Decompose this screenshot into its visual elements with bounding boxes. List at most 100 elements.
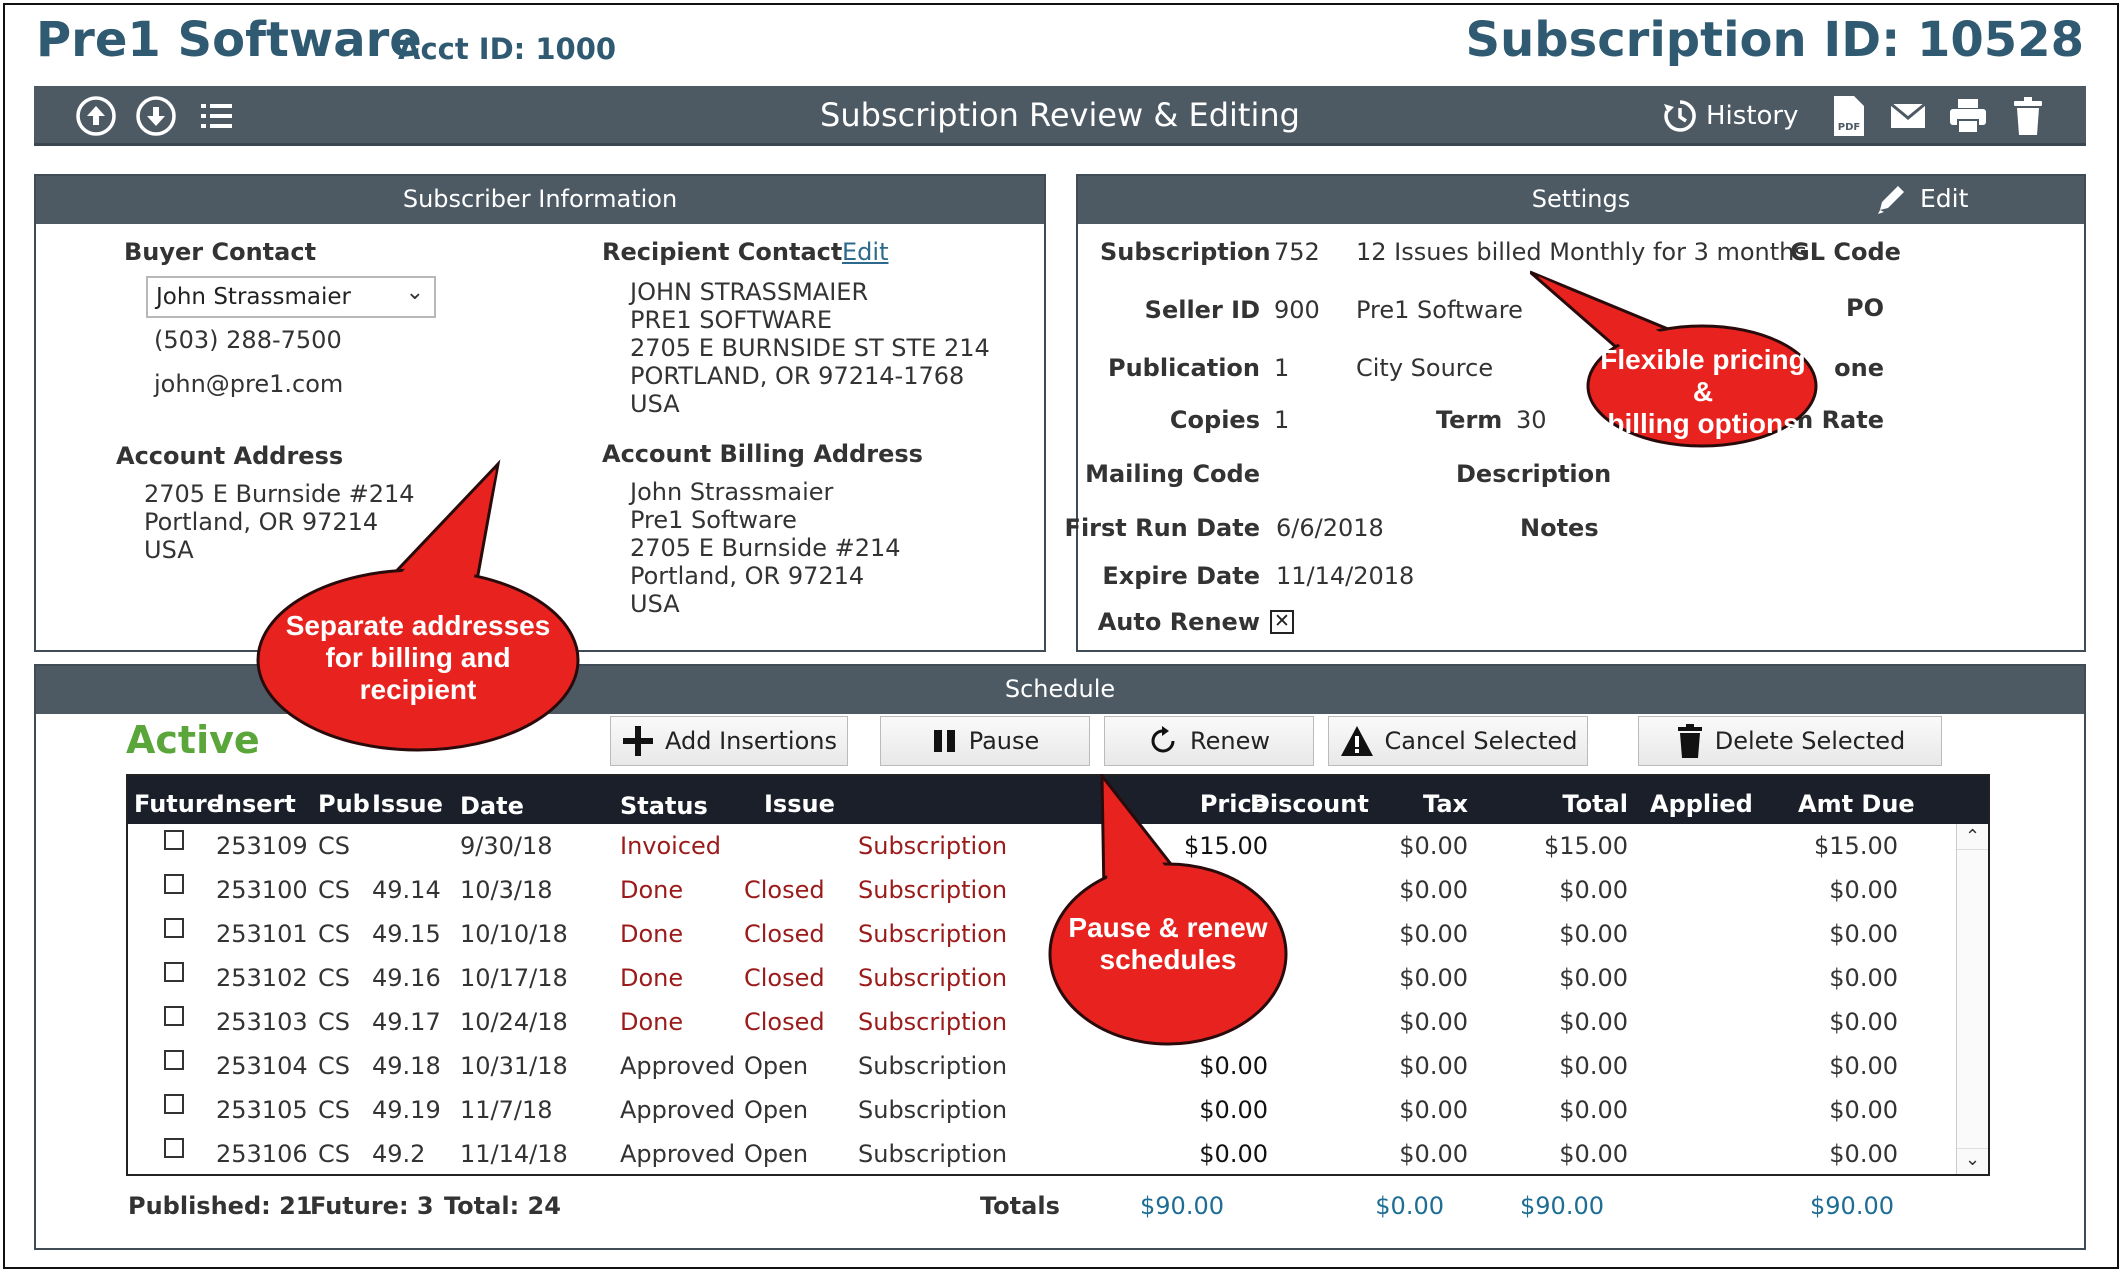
recipient-edit-link[interactable]: Edit — [842, 238, 888, 266]
seller-id-label: Seller ID — [1144, 296, 1260, 324]
type-cell: Subscription — [858, 1008, 1008, 1036]
pause-label: Pause — [968, 727, 1040, 755]
add-insertions-button[interactable]: Add Insertions — [610, 716, 848, 766]
amt-due-cell: $0.00 — [1829, 1096, 1898, 1124]
pause-icon — [933, 730, 955, 752]
buyer-contact-select[interactable]: John Strassmaier ⌄ — [146, 276, 436, 318]
col-amt-due: Amt Due — [1798, 790, 1915, 818]
notes-label: Notes — [1520, 514, 1599, 542]
buyer-contact-label: Buyer Contact — [124, 238, 317, 266]
pub-cell: CS — [318, 832, 350, 860]
address-line: 2705 E Burnside #214 — [630, 534, 901, 562]
totals-amt-due: $90.00 — [1810, 1192, 1894, 1220]
first-run-label: First Run Date — [1064, 514, 1260, 542]
cancel-selected-button[interactable]: Cancel Selected — [1328, 716, 1588, 766]
tax-cell: $0.00 — [1399, 1140, 1468, 1168]
future-checkbox[interactable] — [164, 1050, 184, 1070]
address-line: PRE1 SOFTWARE — [630, 306, 833, 334]
callout-text-line: Separate addresses — [285, 610, 551, 641]
address-line: Pre1 Software — [630, 506, 797, 534]
table-row[interactable]: 253104 CS 49.18 10/31/18 Approved Open Subscri… — [128, 1044, 1958, 1088]
copies-label: Copies — [1169, 406, 1260, 434]
buyer-contact-value: John Strassmaier — [156, 284, 351, 310]
callout-text-line: Pause & renew — [1068, 912, 1268, 943]
print-icon[interactable] — [1946, 94, 1990, 138]
billing-address-label: Account Billing Address — [602, 440, 923, 468]
issue-status-cell: Open — [744, 1052, 809, 1080]
delete-selected-button[interactable]: Delete Selected — [1638, 716, 1942, 766]
table-row[interactable]: 253106 CS 49.2 11/14/18 Approved Open Subscrip… — [128, 1132, 1958, 1174]
date-cell: 9/30/18 — [460, 832, 553, 860]
history-button[interactable]: History — [1662, 98, 1799, 134]
chevron-down-icon: ⌄ — [405, 280, 424, 305]
subscription-description: 12 Issues billed Monthly for 3 months — [1356, 238, 1807, 266]
table-scrollbar[interactable]: ⌃ ⌄ — [1956, 824, 1988, 1174]
pause-button[interactable]: Pause — [880, 716, 1090, 766]
tax-cell: $0.00 — [1399, 1052, 1468, 1080]
renew-button[interactable]: Renew — [1104, 716, 1314, 766]
scroll-down-icon[interactable]: ⌄ — [1957, 1148, 1988, 1172]
total-cell: $0.00 — [1559, 920, 1628, 948]
col-date: Date — [460, 792, 524, 820]
callout-pricing: Flexible pricing & billing options — [1530, 268, 1820, 448]
settings-edit-button[interactable]: Edit — [1874, 180, 1968, 216]
future-checkbox[interactable] — [164, 1006, 184, 1026]
table-row[interactable]: 253102 CS 49.16 10/17/18 Done Closed Subscript… — [128, 956, 1958, 1000]
mailing-code-label: Mailing Code — [1085, 460, 1260, 488]
status-cell: Done — [620, 964, 684, 992]
col-applied: Applied — [1650, 790, 1753, 818]
issue-cell: 49.16 — [372, 964, 441, 992]
scroll-up-icon[interactable]: ⌃ — [1957, 826, 1988, 850]
date-cell: 10/31/18 — [460, 1052, 568, 1080]
publication-value: 1 — [1274, 354, 1290, 382]
price-cell: $0.00 — [1199, 1052, 1268, 1080]
pub-cell: CS — [318, 1096, 350, 1124]
copies-value: 1 — [1274, 406, 1290, 434]
col-future: Future — [134, 790, 223, 818]
history-icon — [1664, 100, 1696, 132]
table-row[interactable]: 253100 CS 49.14 10/3/18 Done Closed Subscripti… — [128, 868, 1958, 912]
up-circle-icon[interactable] — [74, 94, 118, 138]
issue-status-cell: Closed — [744, 964, 825, 992]
pub-cell: CS — [318, 964, 350, 992]
future-checkbox[interactable] — [164, 830, 184, 850]
issue-cell: 49.14 — [372, 876, 441, 904]
mail-icon[interactable] — [1886, 94, 1930, 138]
auto-renew-checkbox[interactable]: ✕ — [1270, 610, 1294, 634]
future-checkbox[interactable] — [164, 918, 184, 938]
trash-icon[interactable] — [2006, 94, 2050, 138]
gl-code-label: GL Code — [1790, 238, 1901, 266]
insert-cell: 253102 — [216, 964, 308, 992]
term-label: Term — [1436, 406, 1503, 434]
future-checkbox[interactable] — [164, 1138, 184, 1158]
future-checkbox[interactable] — [164, 962, 184, 982]
future-checkbox[interactable] — [164, 874, 184, 894]
type-cell: Subscription — [858, 1052, 1008, 1080]
insert-cell: 253105 — [216, 1096, 308, 1124]
insert-cell: 253109 — [216, 832, 308, 860]
type-cell: Subscription — [858, 876, 1008, 904]
refresh-icon — [1151, 726, 1175, 753]
callout-text-line: for billing and — [325, 642, 511, 673]
recipient-address: JOHN STRASSMAIER PRE1 SOFTWARE 2705 E BU… — [630, 278, 990, 418]
table-row[interactable]: 253101 CS 49.15 10/10/18 Done Closed Subscript… — [128, 912, 1958, 956]
table-row[interactable]: 253109 CS 9/30/18 Invoiced Subscription $15.0… — [128, 824, 1958, 868]
future-checkbox[interactable] — [164, 1094, 184, 1114]
total-cell: $0.00 — [1559, 1008, 1628, 1036]
issue-cell: 49.17 — [372, 1008, 441, 1036]
insert-cell: 253103 — [216, 1008, 308, 1036]
down-circle-icon[interactable] — [134, 94, 178, 138]
type-cell: Subscription — [858, 964, 1008, 992]
list-icon[interactable] — [194, 94, 238, 138]
pdf-icon[interactable]: PDF — [1826, 94, 1870, 138]
trash-icon — [1677, 724, 1702, 758]
description-label: Description — [1456, 460, 1612, 488]
totals-tax: $0.00 — [1375, 1192, 1444, 1220]
date-cell: 10/17/18 — [460, 964, 568, 992]
total-cell: $0.00 — [1559, 876, 1628, 904]
table-row[interactable]: 253103 CS 49.17 10/24/18 Done Closed Subscript… — [128, 1000, 1958, 1044]
main-toolbar: Subscription Review & Editing History PD… — [34, 86, 2086, 146]
table-row[interactable]: 253105 CS 49.19 11/7/18 Approved Open Subscrip… — [128, 1088, 1958, 1132]
type-cell: Subscription — [858, 1140, 1008, 1168]
type-cell: Subscription — [858, 1096, 1008, 1124]
